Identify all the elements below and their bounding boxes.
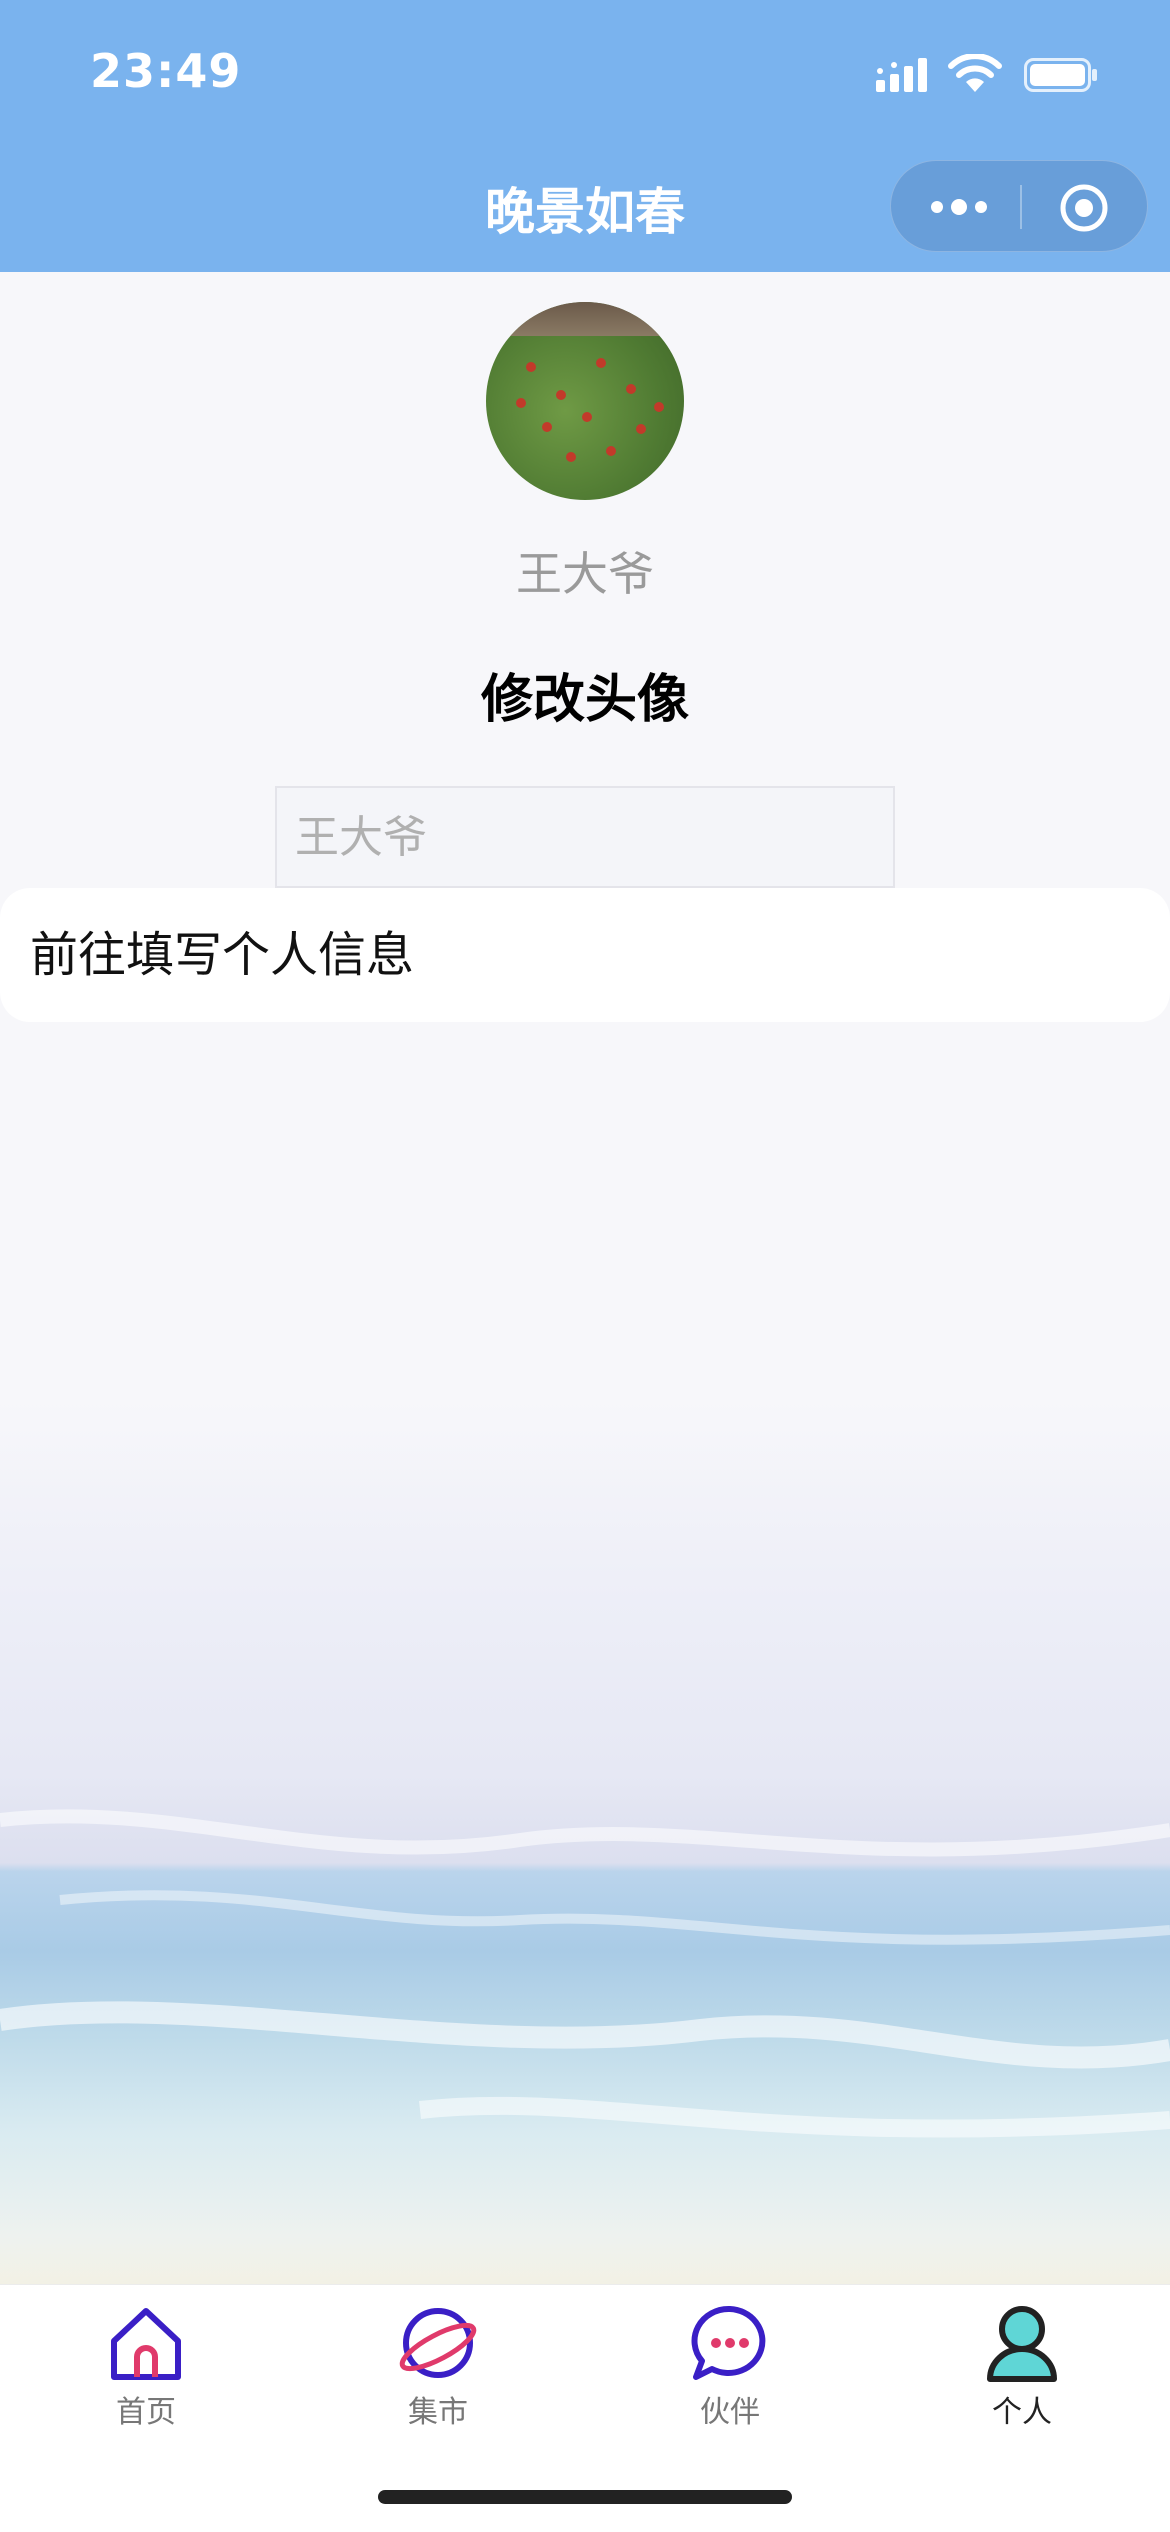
tab-partner-label: 伙伴 xyxy=(700,2395,760,2430)
ocean-background xyxy=(0,1400,1170,2290)
signal-icon xyxy=(876,58,927,92)
tab-profile-label: 个人 xyxy=(992,2395,1052,2430)
tab-home-label: 首页 xyxy=(116,2395,176,2430)
wifi-icon xyxy=(948,54,1002,92)
mini-program-capsule xyxy=(890,160,1148,252)
more-icon[interactable] xyxy=(929,191,989,223)
fill-personal-info-link[interactable]: 前往填写个人信息 xyxy=(0,888,1170,1022)
tab-partner[interactable]: 伙伴 xyxy=(640,2301,820,2431)
capsule-divider xyxy=(1020,185,1022,229)
battery-icon xyxy=(1024,58,1097,92)
edit-avatar-button[interactable]: 修改头像 xyxy=(310,632,860,756)
chat-bubble-icon xyxy=(691,2305,766,2380)
username: 王大爷 xyxy=(516,547,654,601)
tab-profile[interactable]: 个人 xyxy=(932,2301,1112,2431)
avatar-photo-top xyxy=(486,302,684,336)
avatar[interactable] xyxy=(486,302,684,500)
person-icon xyxy=(987,2306,1057,2382)
nickname-input[interactable] xyxy=(275,786,895,888)
home-icon xyxy=(111,2308,181,2380)
planet-icon xyxy=(399,2308,477,2378)
wave-decoration xyxy=(0,1809,1170,2138)
home-indicator xyxy=(378,2490,792,2504)
tab-market[interactable]: 集市 xyxy=(348,2301,528,2431)
target-icon[interactable] xyxy=(1059,183,1109,233)
status-icons xyxy=(876,54,1116,94)
tab-market-label: 集市 xyxy=(408,2395,468,2430)
tab-home[interactable]: 首页 xyxy=(56,2301,236,2431)
status-time: 23:49 xyxy=(90,44,242,98)
nav-header: 23:49 晚景如春 xyxy=(0,0,1170,272)
